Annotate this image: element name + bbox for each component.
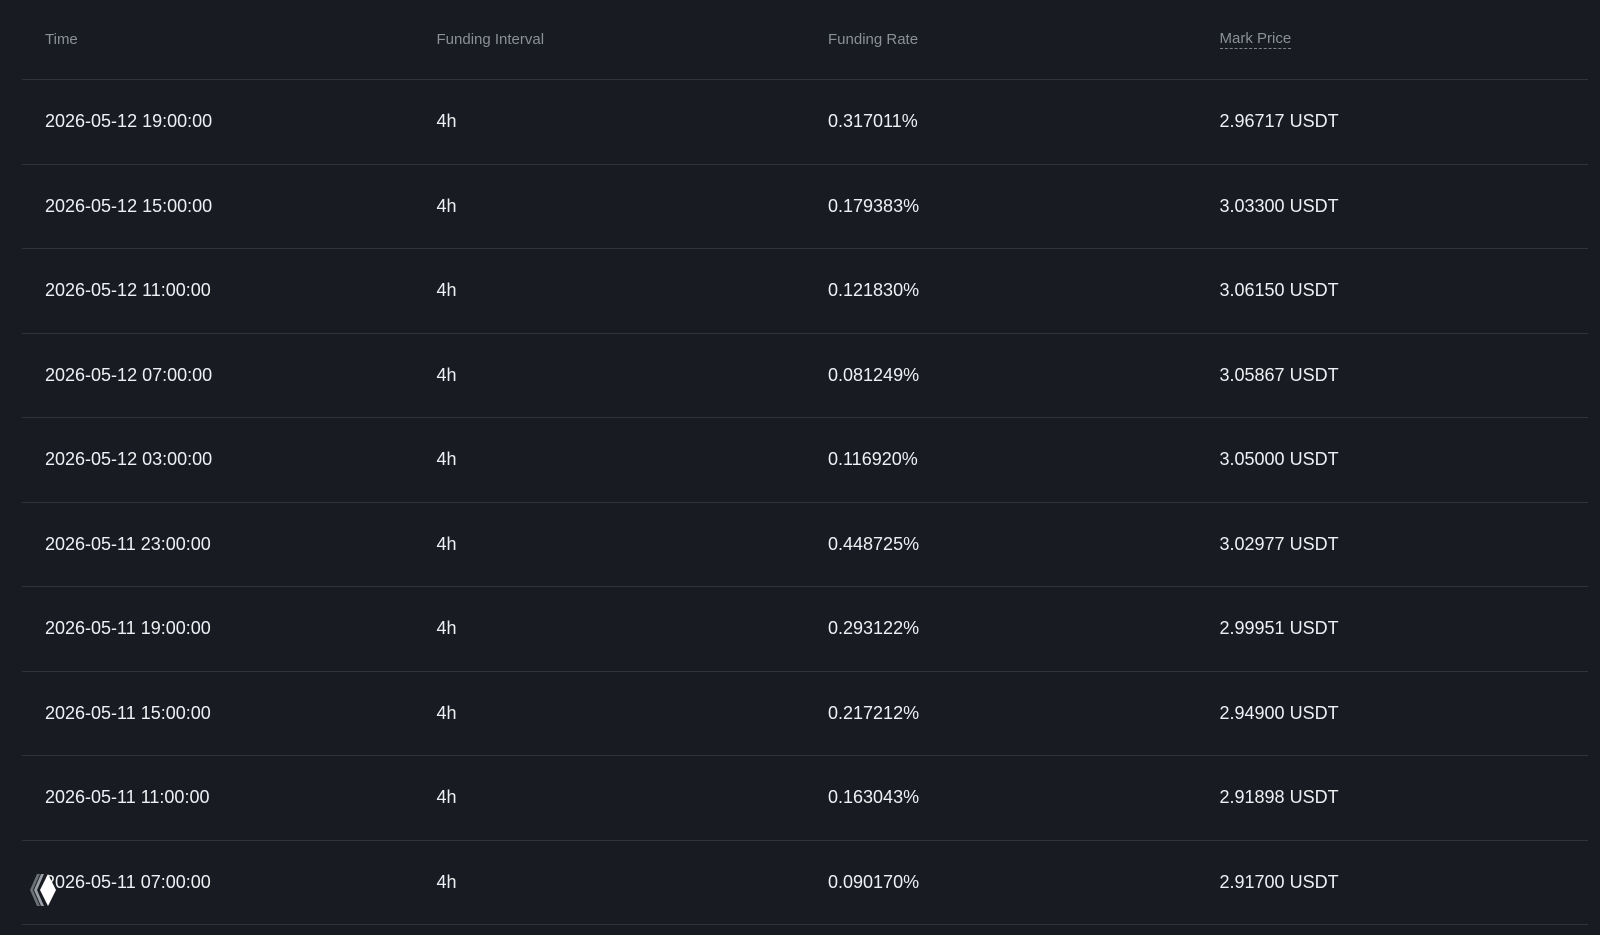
cell-funding-rate: 0.116920% — [828, 449, 918, 470]
cell-mark-price: 2.96717 USDT — [1219, 111, 1339, 132]
cell-funding-interval: 4h — [436, 533, 457, 554]
cell-funding-rate: 0.179383% — [828, 195, 920, 216]
cell-funding-interval: 4h — [436, 702, 457, 723]
cell-time: 2026-05-11 07:00:00 — [45, 871, 211, 892]
cell-mark-price: 3.02977 USDT — [1219, 533, 1339, 554]
table-row: 2026-05-12 03:00:00 4h 0.116920% 3.05000 US… — [22, 418, 1588, 503]
column-header-funding-interval: Funding Interval — [436, 31, 545, 48]
cell-funding-interval: 4h — [436, 111, 457, 132]
table-header: Time Funding Interval Funding Rate Mark … — [22, 0, 1588, 80]
cell-mark-price: 3.06150 USDT — [1219, 280, 1339, 301]
cell-mark-price: 2.94900 USDT — [1219, 702, 1339, 723]
cell-funding-rate: 0.317011% — [828, 111, 918, 132]
cell-funding-interval: 4h — [436, 787, 457, 808]
cell-time: 2026-05-12 11:00:00 — [45, 280, 211, 301]
cell-funding-interval: 4h — [436, 618, 457, 639]
table-row: 2026-05-11 19:00:00 4h 0.293122% 2.99951 US… — [22, 587, 1588, 672]
table-row: 2026-05-11 07:00:00 4h 0.090170% 2.91700 US… — [22, 841, 1588, 925]
cell-funding-interval: 4h — [436, 280, 457, 301]
table-row: 2026-05-12 19:00:00 4h 0.317011% 2.96717 US… — [22, 80, 1588, 165]
column-header-mark-price[interactable]: Mark Price — [1197, 30, 1589, 49]
cell-time: 2026-05-11 11:00:00 — [45, 787, 210, 808]
diamond-logo-icon[interactable] — [28, 872, 62, 908]
cell-funding-rate: 0.163043% — [828, 787, 920, 808]
table-row: 2026-05-11 15:00:00 4h 0.217212% 2.94900 US… — [22, 672, 1588, 756]
cell-time: 2026-05-12 15:00:00 — [45, 195, 213, 216]
cell-funding-rate: 0.217212% — [828, 702, 920, 723]
cell-time: 2026-05-11 19:00:00 — [45, 618, 211, 639]
table-row: 2026-05-12 15:00:00 4h 0.179383% 3.03300 US… — [22, 165, 1588, 249]
cell-funding-rate: 0.081249% — [828, 364, 920, 385]
table-body: 2026-05-12 19:00:00 4h 0.317011% 2.96717 US… — [22, 80, 1588, 925]
cell-mark-price: 3.03300 USDT — [1219, 195, 1339, 216]
table-row: 2026-05-11 23:00:00 4h 0.448725% 3.02977 US… — [22, 503, 1588, 587]
cell-funding-rate: 0.293122% — [828, 618, 920, 639]
column-header-time: Time — [45, 31, 78, 48]
cell-time: 2026-05-12 07:00:00 — [45, 364, 213, 385]
column-header-funding-rate: Funding Rate — [828, 31, 919, 48]
cell-funding-interval: 4h — [436, 449, 457, 470]
table-row: 2026-05-11 11:00:00 4h 0.163043% 2.91898 US… — [22, 756, 1588, 841]
table-row: 2026-05-12 07:00:00 4h 0.081249% 3.05867 US… — [22, 334, 1588, 418]
cell-funding-rate: 0.448725% — [828, 533, 920, 554]
table-row: 2026-05-12 11:00:00 4h 0.121830% 3.06150 US… — [22, 249, 1588, 334]
cell-mark-price: 2.91700 USDT — [1219, 871, 1339, 892]
cell-time: 2026-05-12 03:00:00 — [45, 449, 213, 470]
cell-funding-interval: 4h — [436, 195, 457, 216]
cell-mark-price: 3.05867 USDT — [1219, 364, 1339, 385]
cell-time: 2026-05-11 23:00:00 — [45, 533, 211, 554]
cell-mark-price: 2.99951 USDT — [1219, 618, 1339, 639]
cell-time: 2026-05-11 15:00:00 — [45, 702, 211, 723]
cell-funding-rate: 0.121830% — [828, 280, 920, 301]
cell-time: 2026-05-12 19:00:00 — [45, 111, 213, 132]
cell-funding-interval: 4h — [436, 871, 457, 892]
cell-funding-rate: 0.090170% — [828, 871, 920, 892]
funding-history-table: Time Funding Interval Funding Rate Mark … — [22, 0, 1588, 925]
cell-mark-price: 2.91898 USDT — [1219, 787, 1339, 808]
cell-mark-price: 3.05000 USDT — [1219, 449, 1339, 470]
cell-funding-interval: 4h — [436, 364, 457, 385]
